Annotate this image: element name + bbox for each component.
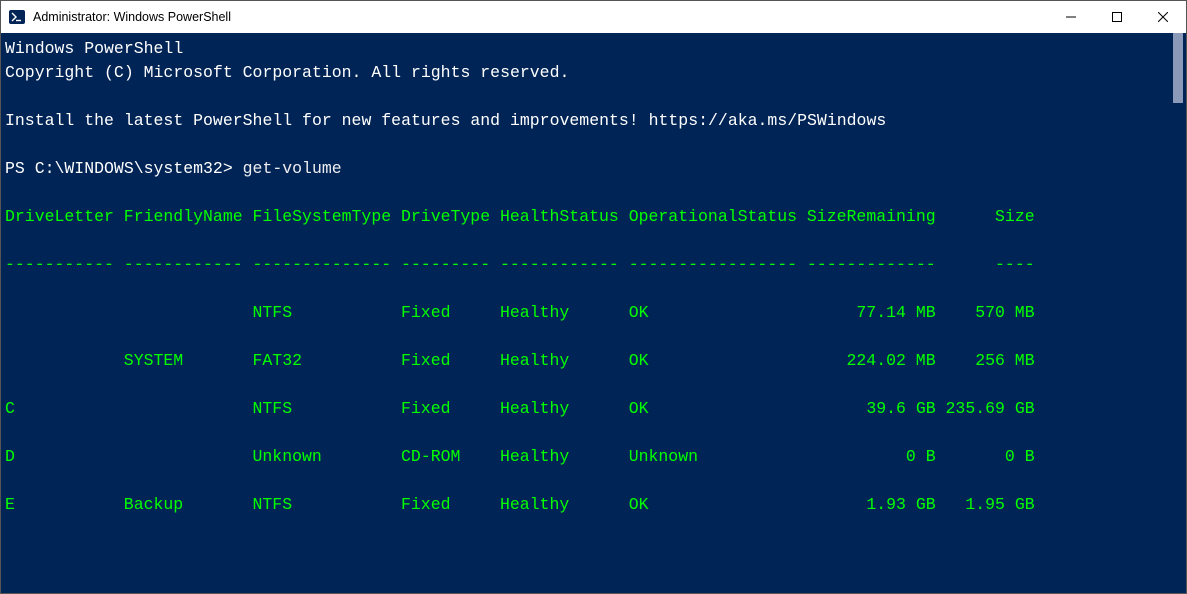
terminal-output[interactable]: Windows PowerShell Copyright (C) Microso… <box>1 33 1170 593</box>
close-button[interactable] <box>1140 1 1186 33</box>
banner-line2: Copyright (C) Microsoft Corporation. All… <box>5 63 569 82</box>
prompt-path-1: PS C:\WINDOWS\system32> <box>5 159 243 178</box>
val-newfslabel: "Backup" <box>688 591 777 593</box>
scrollbar-thumb[interactable] <box>1173 33 1183 103</box>
table-row: NTFS Fixed Healthy OK 77.14 MB 570 MB <box>5 301 1170 325</box>
cmd-set-volume: set-volume <box>243 591 342 593</box>
minimize-button[interactable] <box>1048 1 1094 33</box>
powershell-icon <box>9 9 25 25</box>
titlebar[interactable]: Administrator: Windows PowerShell <box>1 1 1186 33</box>
window-title: Administrator: Windows PowerShell <box>33 10 1048 24</box>
table-row: D Unknown CD-ROM Healthy Unknown 0 B 0 B <box>5 445 1170 469</box>
terminal-area[interactable]: Windows PowerShell Copyright (C) Microso… <box>1 33 1186 593</box>
table-row: C NTFS Fixed Healthy OK 39.6 GB 235.69 G… <box>5 397 1170 421</box>
prompt-path-2: PS C:\WINDOWS\system32> <box>5 591 243 593</box>
arg-driveletter: -driveletter <box>342 591 471 593</box>
arg-newfslabel: -newfilesystemlabel <box>490 591 688 593</box>
val-driveletter: E <box>470 591 490 593</box>
table-row: SYSTEM FAT32 Fixed Healthy OK 224.02 MB … <box>5 349 1170 373</box>
install-message: Install the latest PowerShell for new fe… <box>5 111 886 130</box>
powershell-window: Administrator: Windows PowerShell Window… <box>0 0 1187 594</box>
scrollbar-track[interactable] <box>1170 33 1186 593</box>
cmd-get-volume: get-volume <box>243 159 342 178</box>
maximize-button[interactable] <box>1094 1 1140 33</box>
banner-line1: Windows PowerShell <box>5 39 183 58</box>
table-row: E Backup NTFS Fixed Healthy OK 1.93 GB 1… <box>5 493 1170 517</box>
table-header-row: DriveLetter FriendlyName FileSystemType … <box>5 205 1170 229</box>
table-dash-row: ----------- ------------ -------------- … <box>5 253 1170 277</box>
window-controls <box>1048 1 1186 33</box>
